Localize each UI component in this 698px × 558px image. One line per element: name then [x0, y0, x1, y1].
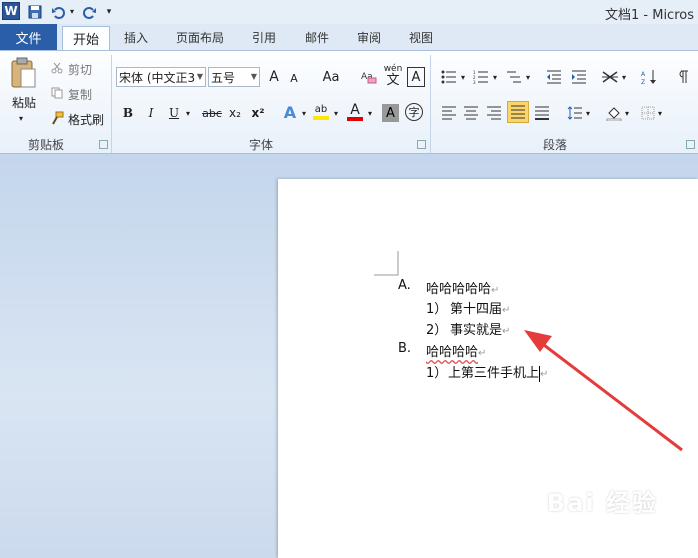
- annotation-arrow: [524, 330, 683, 452]
- watermark: Bai 经验: [546, 489, 658, 517]
